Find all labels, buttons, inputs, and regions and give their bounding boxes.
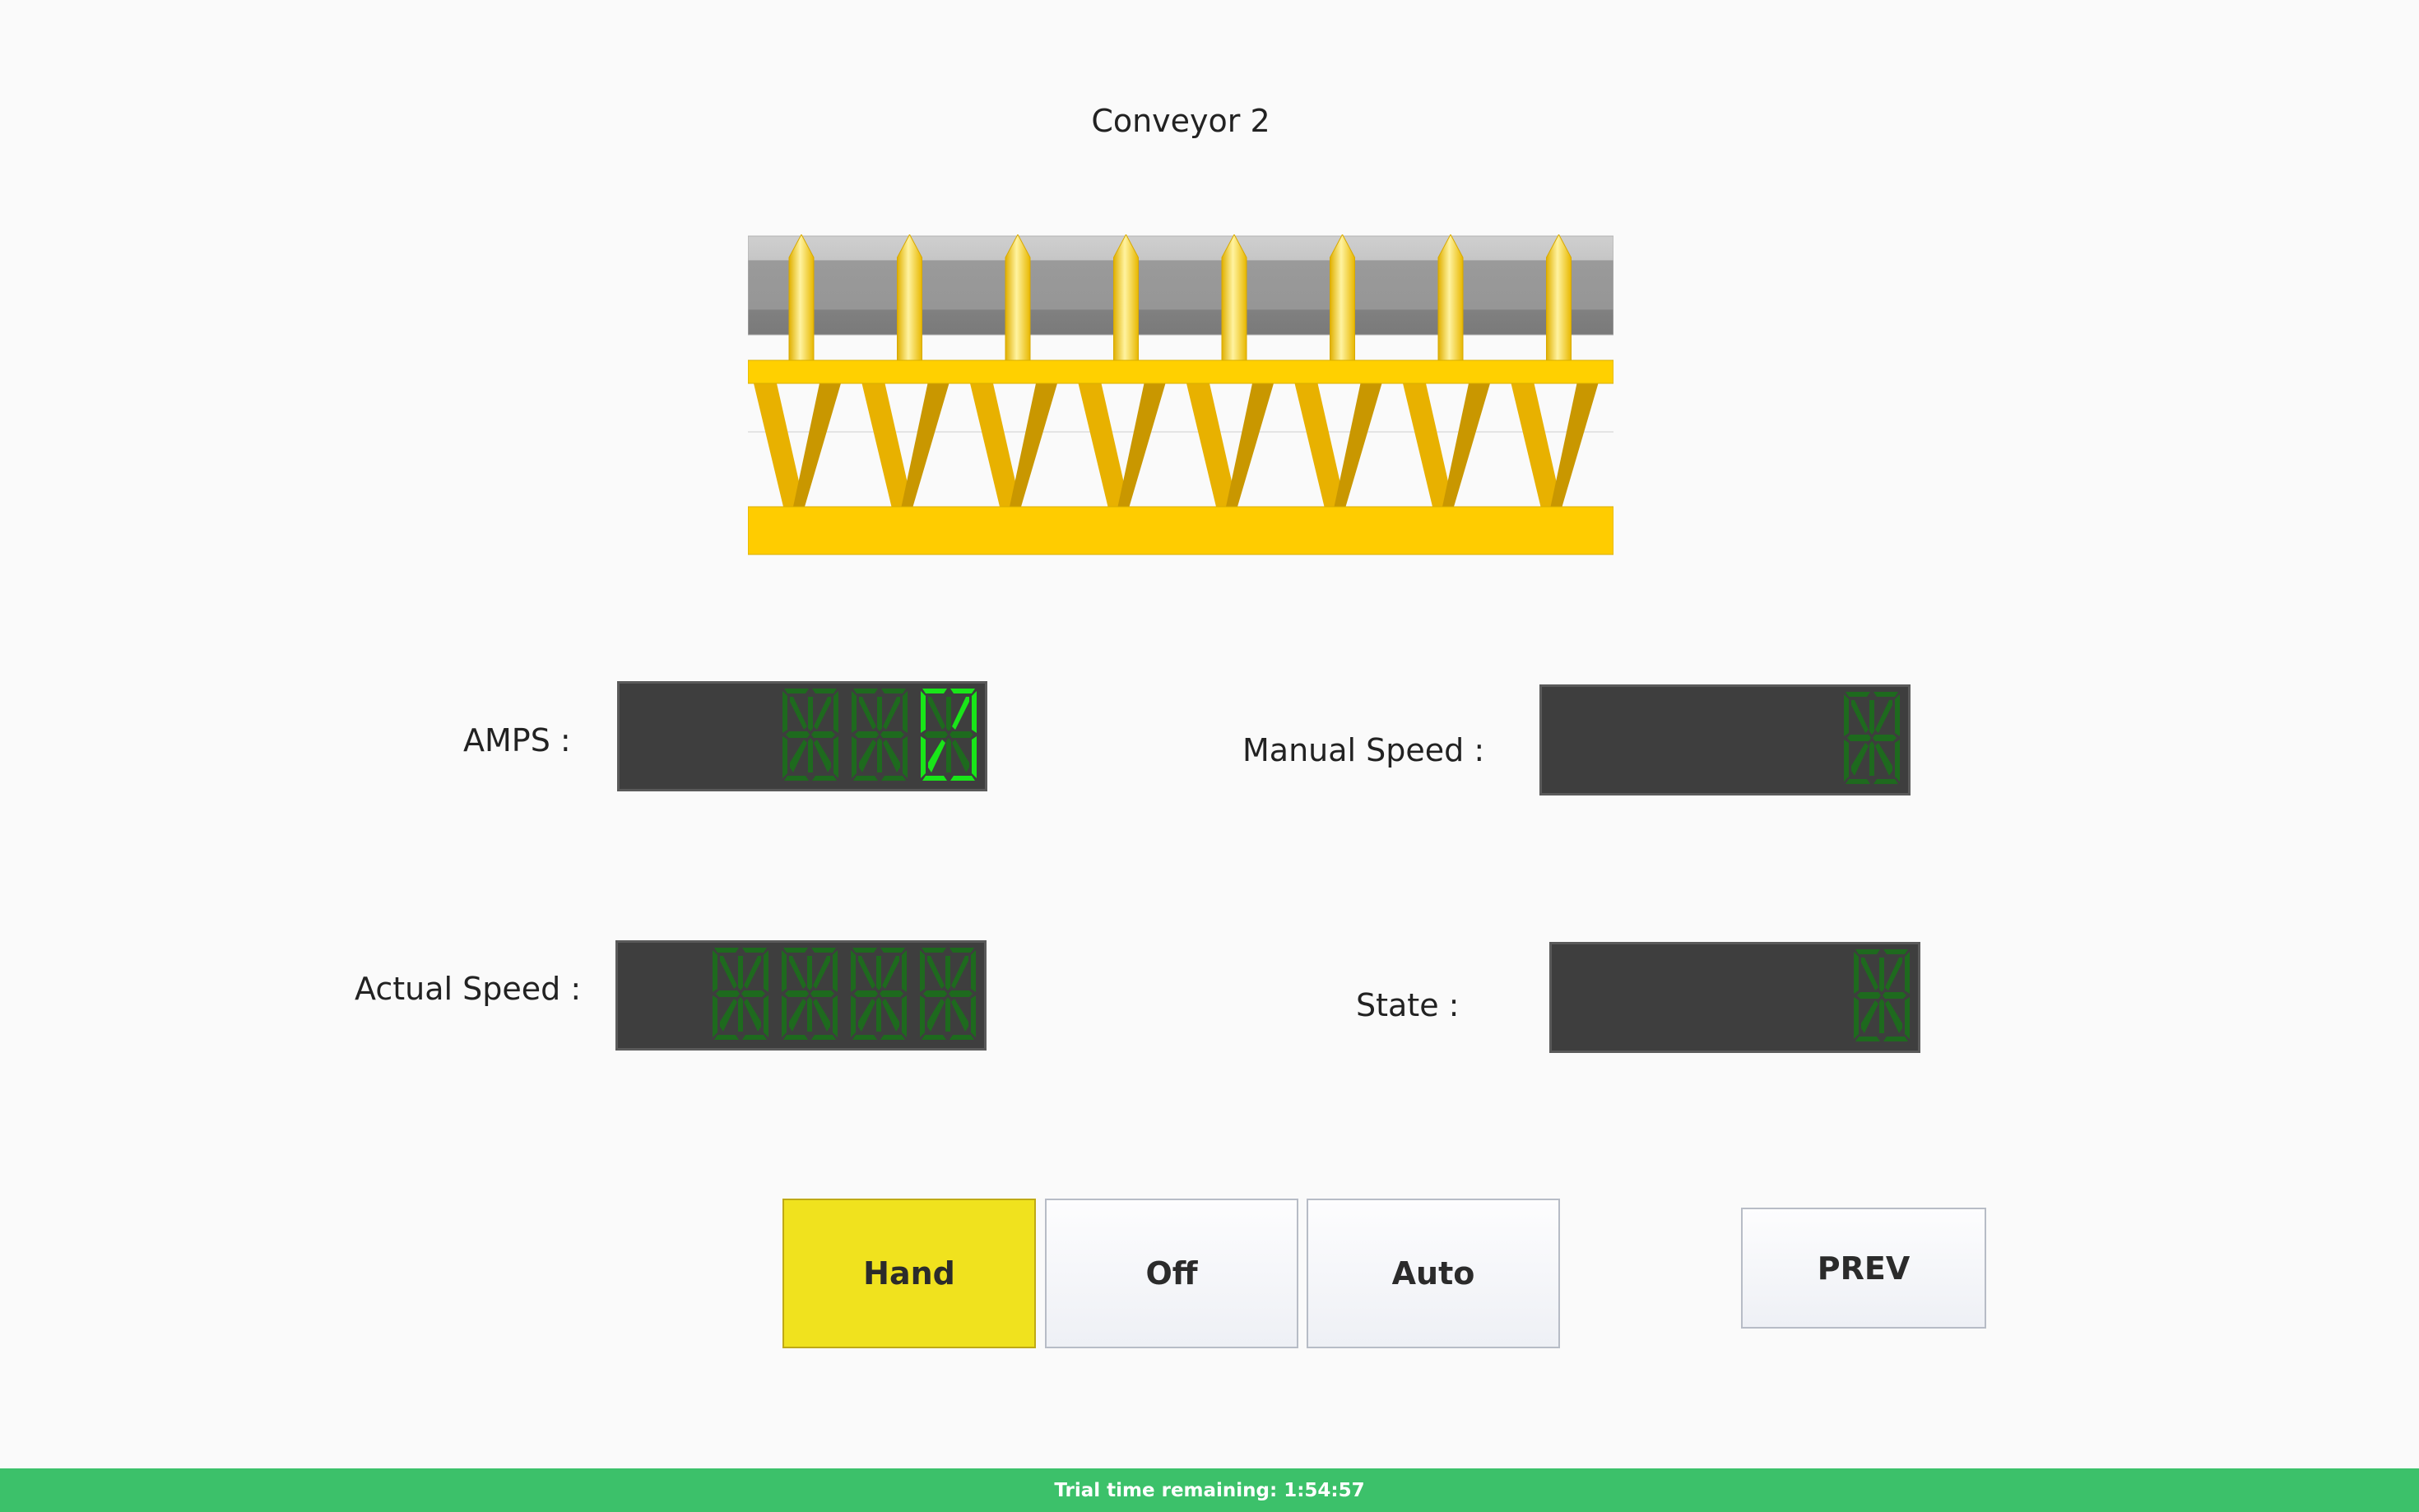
lcd-digit [921, 689, 977, 781]
amps-label: AMPS : [463, 722, 571, 758]
trial-time-banner: Trial time remaining: 1:54:57 [0, 1468, 2419, 1512]
prev-button[interactable]: PREV [1741, 1208, 1986, 1329]
actual-speed-display [615, 940, 987, 1051]
off-button[interactable]: Off [1045, 1199, 1298, 1348]
lcd-digit [851, 948, 907, 1040]
conveyor-truss [748, 383, 1613, 507]
lcd-digit [1844, 692, 1900, 784]
actual-speed-digits [713, 948, 976, 1040]
hand-button[interactable]: Hand [782, 1199, 1036, 1348]
lcd-digit [1854, 949, 1910, 1041]
state-digits [1854, 949, 1910, 1041]
state-display [1549, 942, 1920, 1053]
amps-display [617, 681, 987, 791]
auto-button[interactable]: Auto [1307, 1199, 1560, 1348]
page-title: Conveyor 2 [1091, 103, 1270, 139]
state-label: State : [1356, 987, 1460, 1023]
lcd-digit [713, 948, 768, 1040]
manual-speed-digits [1844, 692, 1900, 784]
manual-speed-label: Manual Speed : [1242, 732, 1485, 768]
manual-speed-display [1539, 684, 1911, 795]
lcd-digit [920, 948, 976, 1040]
amps-digits [782, 689, 977, 781]
conveyor-belt [748, 235, 1613, 336]
conveyor-top-rail [748, 359, 1613, 384]
actual-speed-label: Actual Speed : [355, 971, 582, 1007]
lcd-digit [782, 948, 838, 1040]
conveyor-bottom-rail [748, 506, 1613, 555]
conveyor-graphic [748, 234, 1613, 555]
lcd-digit [782, 689, 838, 781]
lcd-digit [852, 689, 908, 781]
